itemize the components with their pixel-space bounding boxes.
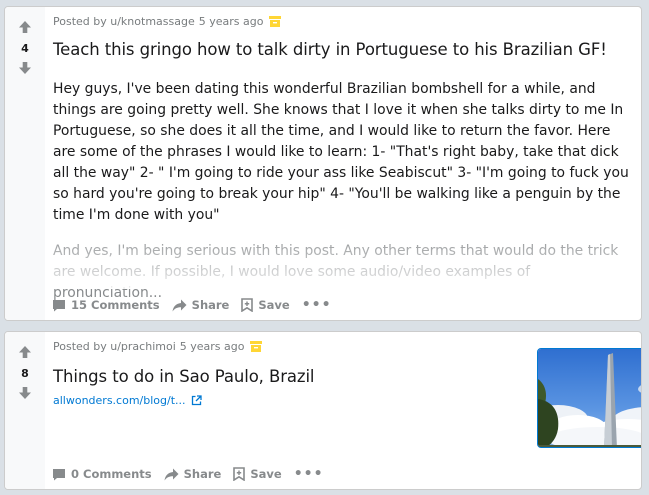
downvote-icon[interactable] <box>17 60 33 76</box>
post-body: Hey guys, I've been dating this wonderfu… <box>53 79 633 319</box>
share-label: Share <box>183 467 222 481</box>
vote-column: 4 <box>5 7 45 320</box>
post-actions: 0 Comments Share Save ••• <box>52 467 324 481</box>
post-time[interactable]: 5 years ago <box>180 340 245 353</box>
save-button[interactable]: Save <box>233 467 282 481</box>
vote-score: 4 <box>21 42 29 55</box>
share-label: Share <box>191 298 230 312</box>
save-label: Save <box>250 467 282 481</box>
comments-button[interactable]: 15 Comments <box>52 298 160 312</box>
more-options-button[interactable]: ••• <box>294 467 324 481</box>
save-button[interactable]: Save <box>241 298 290 312</box>
award-icon <box>250 341 263 352</box>
more-options-button[interactable]: ••• <box>302 298 332 312</box>
posted-by[interactable]: Posted by u/prachimoi <box>53 340 176 353</box>
posted-by[interactable]: Posted by u/knotmassage <box>53 15 195 28</box>
post-link[interactable]: allwonders.com/blog/t... <box>53 394 202 407</box>
bookmark-icon <box>233 467 246 481</box>
post-card[interactable]: 4 Posted by u/knotmassage 5 years ago Te… <box>4 6 642 321</box>
post-body-paragraph: And yes, I'm being serious with this pos… <box>53 243 619 301</box>
link-thumbnail[interactable] <box>537 348 641 448</box>
upvote-icon[interactable] <box>17 344 33 360</box>
bookmark-icon <box>241 298 254 312</box>
share-button[interactable]: Share <box>172 298 230 312</box>
upvote-icon[interactable] <box>17 19 33 35</box>
post-meta: Posted by u/knotmassage 5 years ago <box>53 15 282 28</box>
save-label: Save <box>258 298 290 312</box>
comment-icon <box>53 299 65 311</box>
share-button[interactable]: Share <box>164 467 222 481</box>
comments-label: 0 Comments <box>71 467 152 481</box>
post-title[interactable]: Things to do in Sao Paulo, Brazil <box>53 367 315 386</box>
post-card[interactable]: 8 Posted by u/prachimoi 5 years ago Thin… <box>4 331 642 490</box>
share-icon <box>172 299 187 311</box>
comments-label: 15 Comments <box>71 298 160 312</box>
post-actions: 15 Comments Share Save ••• <box>52 298 332 312</box>
external-link-icon <box>191 395 202 406</box>
post-body-paragraph: Hey guys, I've been dating this wonderfu… <box>53 81 629 223</box>
comment-icon <box>53 468 65 480</box>
comments-button[interactable]: 0 Comments <box>52 467 152 481</box>
share-icon <box>164 468 179 480</box>
vote-column: 8 <box>5 332 45 489</box>
post-time[interactable]: 5 years ago <box>199 15 264 28</box>
link-text: allwonders.com/blog/t... <box>53 394 186 407</box>
vote-score: 8 <box>21 367 29 380</box>
monument-image <box>538 349 641 447</box>
post-title[interactable]: Teach this gringo how to talk dirty in P… <box>53 40 607 59</box>
downvote-icon[interactable] <box>17 385 33 401</box>
post-meta: Posted by u/prachimoi 5 years ago <box>53 340 263 353</box>
award-icon <box>269 16 282 27</box>
